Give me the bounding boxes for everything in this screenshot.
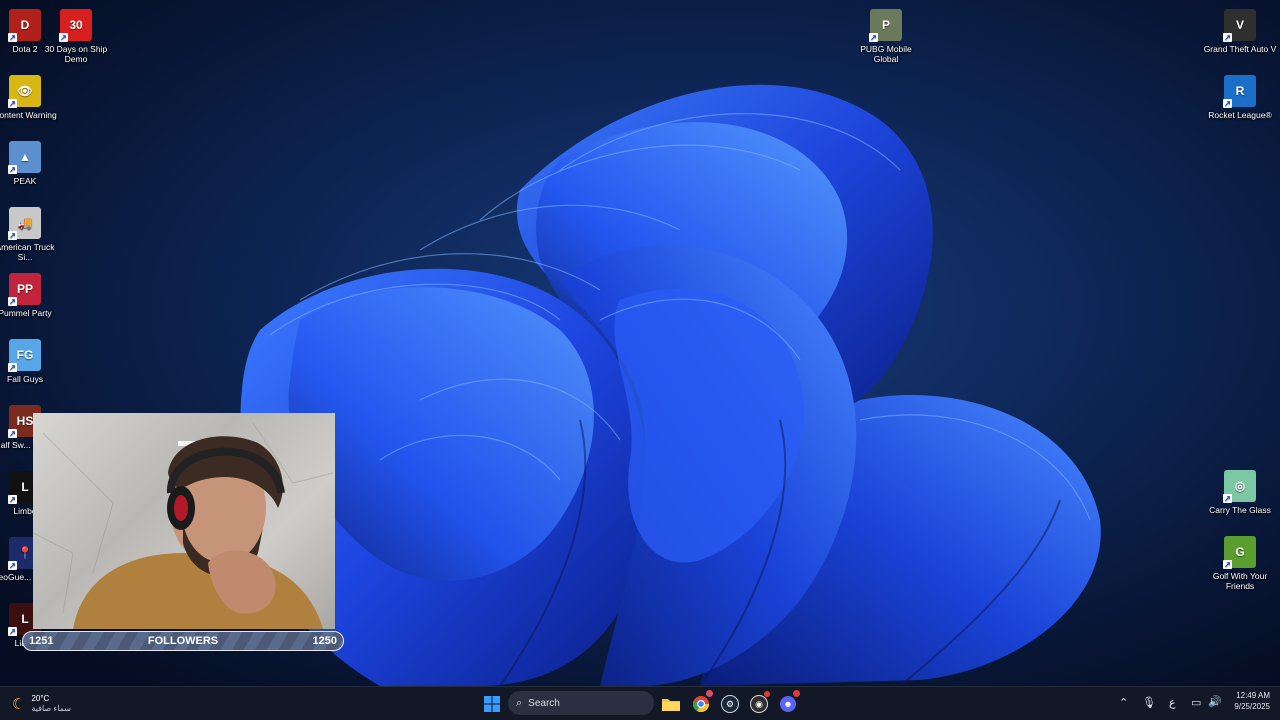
followers-current: 1251 (29, 635, 54, 647)
language-indicator[interactable]: ع (1169, 696, 1176, 709)
desktop-icon-label: PUBG Mobile Global (860, 44, 912, 64)
followers-label: FOLLOWERS (147, 635, 219, 647)
30days-icon: 30 ↗ (59, 9, 92, 42)
shortcut-arrow-icon: ↗ (1223, 99, 1232, 108)
shortcut-arrow-icon: ↗ (8, 231, 17, 240)
desktop-icon-label: 30 Days on Ship Demo (44, 44, 108, 64)
streamer-video (33, 422, 334, 629)
desktop-icon-fall-guys[interactable]: FG ↗ Fall Guys (0, 339, 62, 384)
dota2-icon: D ↗ (8, 9, 41, 42)
shortcut-arrow-icon: ↗ (8, 99, 17, 108)
fall-guys-icon: FG ↗ (8, 339, 41, 372)
desktop-icon-label: Golf With Your Friends (1212, 571, 1268, 591)
gta5-icon: V ↗ (1223, 9, 1256, 42)
network-icon[interactable]: ▭ (1191, 696, 1201, 709)
weather-desc: سماء صافية (31, 704, 71, 713)
desktop-icon-label: American Truck Si... (0, 242, 55, 262)
carry-glass-icon: ◎ ↗ (1223, 470, 1256, 503)
desktop-icon-label: Content Warning (0, 110, 57, 120)
desktop-icon-label: Rocket League® (1208, 110, 1272, 120)
weather-temp: 20°C (31, 694, 50, 703)
shortcut-arrow-icon: ↗ (59, 33, 68, 42)
desktop-icon-carry-glass[interactable]: ◎ ↗ Carry The Glass (1203, 470, 1277, 515)
clock-date: 9/25/2025 (1234, 702, 1270, 711)
shortcut-arrow-icon: ↗ (8, 33, 17, 42)
desktop-icon-label: Grand Theft Auto V (1203, 44, 1277, 54)
desktop-icon-label: Pummel Party (0, 308, 52, 318)
shortcut-arrow-icon: ↗ (1223, 33, 1232, 42)
followers-goal-bar: 1251 FOLLOWERS 1250 (22, 631, 344, 651)
desktop-icon-pummel-party[interactable]: PP ↗ Pummel Party (0, 273, 62, 318)
file-explorer-icon (662, 699, 680, 711)
shortcut-arrow-icon: ↗ (8, 627, 17, 636)
desktop-icon-label: Carry The Glass (1209, 505, 1271, 515)
chrome-button[interactable] (689, 690, 713, 716)
obs-icon: ◉ (750, 695, 768, 713)
taskbar-search[interactable]: ⌕ Search (508, 691, 654, 715)
steam-button[interactable]: ⚙ (718, 692, 742, 716)
shortcut-arrow-icon: ↗ (8, 165, 17, 174)
discord-icon: ☻ (780, 696, 796, 712)
desktop-icon-pubg[interactable]: P ↗ PUBG Mobile Global (849, 9, 923, 64)
search-placeholder: Search (528, 697, 560, 709)
american-truck-icon: 🚚 ↗ (8, 207, 41, 240)
clock[interactable]: 12:49 AM 9/25/2025 (1226, 690, 1270, 712)
desktop-icon-peak[interactable]: ▲ ↗ PEAK (0, 141, 62, 186)
shortcut-arrow-icon: ↗ (8, 429, 17, 438)
shortcut-arrow-icon: ↗ (8, 495, 17, 504)
shortcut-arrow-icon: ↗ (1223, 494, 1232, 503)
desktop-icon-golf-friends[interactable]: G ↗ Golf With Your Friends (1203, 536, 1277, 591)
clock-time: 12:49 AM (1236, 691, 1270, 700)
discord-button[interactable]: ☻ (776, 690, 800, 716)
obs-button[interactable]: ◉ (747, 691, 771, 716)
desktop-icon-rocket-league[interactable]: R ↗ Rocket League® (1203, 75, 1277, 120)
weather-moon-icon: ☾ (12, 696, 26, 713)
windows-logo-icon (484, 696, 500, 712)
shortcut-arrow-icon: ↗ (869, 33, 878, 42)
desktop-icon-gta5[interactable]: V ↗ Grand Theft Auto V (1203, 9, 1277, 54)
chrome-icon (693, 696, 709, 712)
steam-icon: ⚙ (721, 695, 739, 713)
desktop-icon-american-truck[interactable]: 🚚 ↗ American Truck Si... (0, 207, 62, 262)
desktop-icon-label: Fall Guys (7, 374, 43, 384)
desktop-icon-label: PEAK (13, 176, 37, 186)
shortcut-arrow-icon: ↗ (8, 297, 17, 306)
content-warning-icon: 👁 ↗ (8, 75, 41, 108)
microphone-icon[interactable]: 🎙 (1142, 696, 1156, 709)
webcam-overlay (33, 413, 335, 629)
search-icon: ⌕ (516, 696, 523, 709)
desktop-icon-30days[interactable]: 30 ↗ 30 Days on Ship Demo (39, 9, 113, 64)
show-hidden-icons-chevron-up-icon[interactable]: ⌃ (1119, 696, 1128, 709)
start-button[interactable] (480, 692, 504, 716)
peak-icon: ▲ ↗ (8, 141, 41, 174)
shortcut-arrow-icon: ↗ (8, 363, 17, 372)
shortcut-arrow-icon: ↗ (8, 561, 17, 570)
volume-icon[interactable]: 🔊 (1208, 695, 1222, 708)
golf-friends-icon: G ↗ (1223, 536, 1256, 569)
pubg-icon: P ↗ (869, 9, 902, 42)
rocket-league-icon: R ↗ (1223, 75, 1256, 108)
weather-widget[interactable]: ☾ 20°C سماء صافية (12, 690, 71, 718)
taskbar: ☾ 20°C سماء صافية ⌕ Search ⚙ ◉ ☻ ⌃ 🎙 ع ▭… (0, 686, 1280, 720)
followers-goal: 1250 (312, 635, 337, 647)
file-explorer-button[interactable] (659, 692, 683, 716)
pummel-party-icon: PP ↗ (8, 273, 41, 306)
shortcut-arrow-icon: ↗ (1223, 560, 1232, 569)
desktop-icon-content-warning[interactable]: 👁↗ Content Warning (0, 75, 62, 120)
